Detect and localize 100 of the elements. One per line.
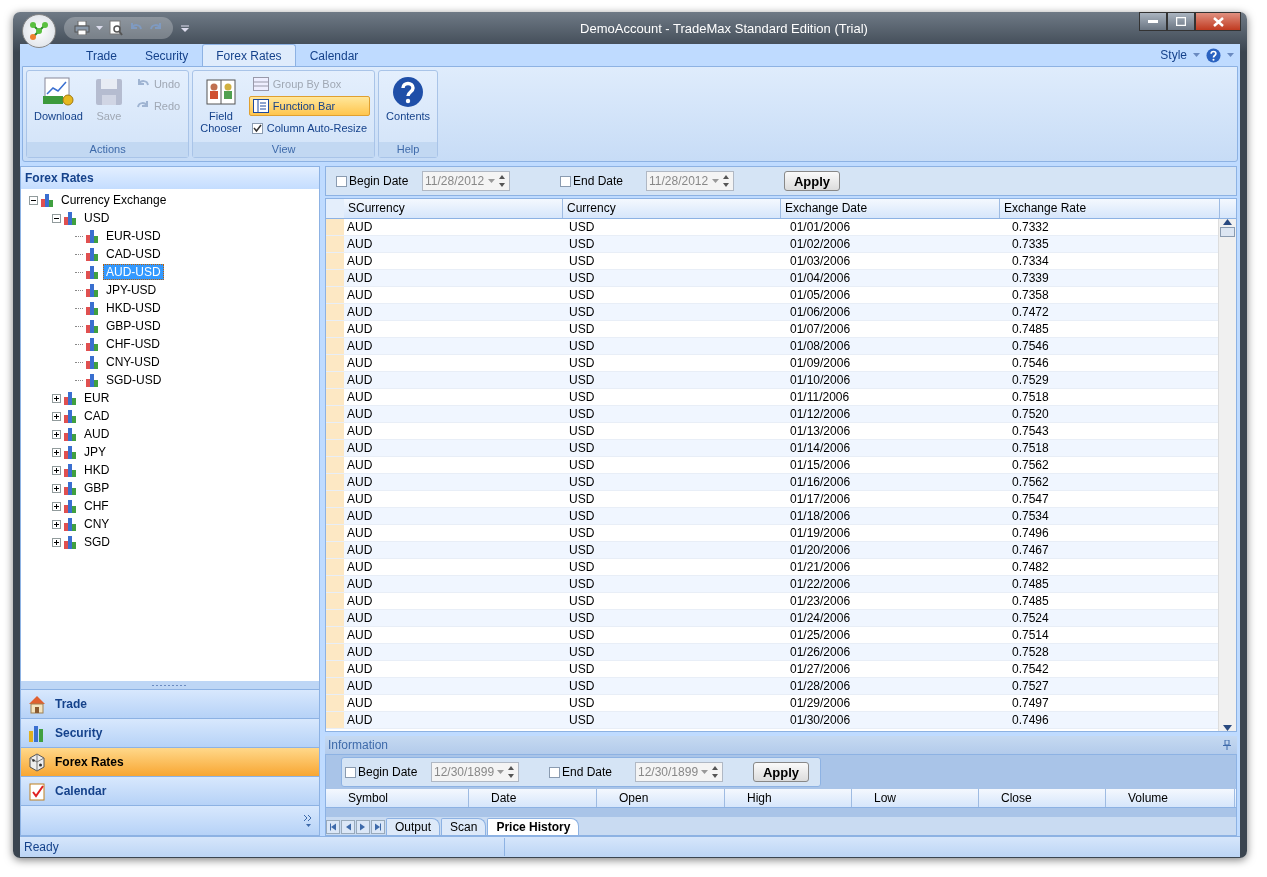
bar-chart-icon: [86, 319, 100, 333]
navigation-button[interactable]: Calendar: [21, 776, 319, 805]
app-menu-button[interactable]: [22, 14, 56, 48]
column-header[interactable]: Exchange Date: [781, 199, 1000, 218]
table-cell-text: USD: [568, 338, 596, 354]
expander-icon[interactable]: [52, 447, 61, 457]
expander-icon[interactable]: [52, 213, 61, 223]
style-menu[interactable]: Style: [1160, 48, 1187, 62]
tree-item[interactable]: HKD: [81, 462, 113, 478]
expander-icon[interactable]: [52, 519, 61, 529]
table-cell-text: USD: [568, 423, 596, 439]
column-header[interactable]: Volume: [1106, 789, 1235, 807]
column-header[interactable]: SCurrency: [344, 199, 563, 218]
tree-item[interactable]: JPY: [81, 444, 109, 460]
ribbon-tab[interactable]: Security: [130, 44, 203, 66]
caret-icon[interactable]: [1193, 53, 1200, 57]
tree-item[interactable]: EUR-USD: [103, 228, 164, 244]
next-icon[interactable]: [356, 820, 370, 834]
tree-item[interactable]: GBP-USD: [103, 318, 164, 334]
tree-item[interactable]: JPY-USD: [103, 282, 160, 298]
panel-tab[interactable]: Scan: [441, 818, 487, 835]
expander-icon[interactable]: [52, 393, 61, 403]
table-cell-text: 0.7485: [1011, 593, 1050, 609]
window-title: DemoAccount - TradeMax Standard Edition (Trial): [579, 20, 869, 36]
column-header[interactable]: Low: [852, 789, 979, 807]
tree-item[interactable]: CNY: [81, 516, 113, 532]
navigation-button[interactable]: Trade: [21, 689, 319, 718]
row-header: [326, 199, 344, 218]
ribbon-button[interactable]: Function Bar: [248, 96, 371, 116]
close-button[interactable]: [1195, 12, 1241, 31]
expander-icon[interactable]: [52, 501, 61, 511]
ribbon-tab[interactable]: Calendar: [295, 44, 373, 66]
table-cell-text: 01/04/2006: [789, 270, 852, 286]
group-title: Help: [379, 142, 438, 157]
column-header[interactable]: Date: [469, 789, 597, 807]
ribbon-button[interactable]: Field Chooser: [197, 74, 245, 142]
panel-tab[interactable]: Output: [386, 818, 441, 835]
table-cell-text: 0.7335: [1011, 236, 1050, 252]
column-header[interactable]: Exchange Rate: [1000, 199, 1220, 218]
maximize-button[interactable]: [1167, 12, 1195, 31]
chevron-icon[interactable]: [304, 813, 313, 828]
table-cell-text: 0.7496: [1011, 525, 1050, 541]
scrollbar[interactable]: [1218, 219, 1236, 731]
navigation-button[interactable]: Forex Rates: [21, 747, 319, 776]
tree-item[interactable]: CAD-USD: [103, 246, 164, 262]
column-header[interactable]: Open: [597, 789, 725, 807]
navigation-button[interactable]: Security: [21, 718, 319, 747]
tree-item[interactable]: AUD: [81, 426, 113, 442]
expander-icon[interactable]: [29, 195, 38, 205]
table-cell-text: AUD: [346, 321, 374, 337]
apply-button[interactable]: Apply: [784, 171, 840, 191]
ribbon-button[interactable]: Contents: [383, 74, 434, 142]
table-cell-text: AUD: [346, 508, 374, 524]
tree-item[interactable]: GBP: [81, 480, 113, 496]
tree-item[interactable]: SGD-USD: [103, 372, 165, 388]
previous-icon[interactable]: [341, 820, 355, 834]
expander-icon[interactable]: [52, 465, 61, 475]
table-cell-text: USD: [568, 678, 596, 694]
tree-item[interactable]: CHF-USD: [103, 336, 163, 352]
table-cell-text: 01/25/2006: [789, 627, 852, 643]
minimize-button[interactable]: [1139, 12, 1167, 31]
last-page-icon[interactable]: [371, 820, 385, 834]
table-cell-text: 0.7334: [1011, 253, 1050, 269]
scroll-down-icon[interactable]: [1223, 725, 1232, 731]
caret-icon[interactable]: [96, 26, 103, 30]
checkbox[interactable]: [251, 122, 263, 134]
column-header[interactable]: Symbol: [326, 789, 469, 807]
first-page-icon[interactable]: [326, 820, 340, 834]
column-header[interactable]: Currency: [563, 199, 781, 218]
tree-item[interactable]: CAD: [81, 408, 113, 424]
tree-item[interactable]: EUR: [81, 390, 113, 406]
printer-icon[interactable]: [74, 21, 90, 35]
tree-item[interactable]: HKD-USD: [103, 300, 164, 316]
tree-item[interactable]: SGD: [81, 534, 113, 550]
print-preview-icon[interactable]: [109, 20, 123, 36]
scrollbar-thumb[interactable]: [1220, 227, 1235, 237]
expander-icon[interactable]: [52, 429, 61, 439]
tree-item[interactable]: CNY-USD: [103, 354, 163, 370]
pin-icon[interactable]: [1223, 740, 1231, 750]
help-icon[interactable]: [1206, 47, 1221, 63]
ribbon-tab[interactable]: Trade: [72, 44, 131, 66]
column-header[interactable]: Close: [979, 789, 1106, 807]
tree-item[interactable]: Currency Exchange: [58, 192, 170, 208]
ribbon-tab[interactable]: Forex Rates: [202, 44, 296, 66]
apply-button[interactable]: Apply: [753, 762, 809, 782]
caret-icon: [712, 179, 719, 183]
panel-tab[interactable]: Price History: [487, 818, 580, 835]
column-header[interactable]: High: [725, 789, 852, 807]
expander-icon[interactable]: [52, 411, 61, 421]
expander-icon[interactable]: [52, 483, 61, 493]
tree-item[interactable]: USD: [81, 210, 113, 226]
bar-chart-icon: [64, 211, 78, 225]
panel-title: Information: [328, 737, 389, 754]
ribbon-button[interactable]: Download: [31, 74, 86, 142]
expander-icon[interactable]: [52, 537, 61, 547]
caret-icon[interactable]: [1227, 53, 1234, 57]
tree-item[interactable]: CHF: [81, 498, 112, 514]
table-cell-text: 01/29/2006: [789, 695, 852, 711]
customize-caret-icon[interactable]: [181, 24, 189, 32]
table-cell-text: AUD: [346, 525, 374, 541]
